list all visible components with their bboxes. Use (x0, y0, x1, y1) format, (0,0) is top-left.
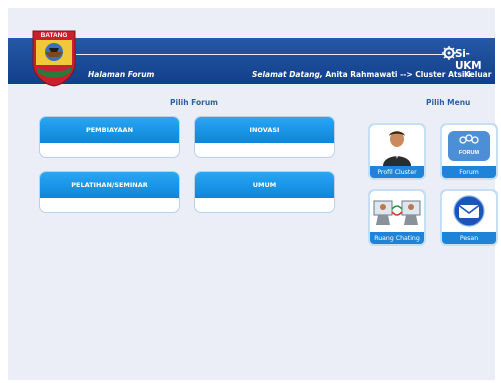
forum-card-pelatihan-seminar[interactable]: PELATIHAN/SEMINAR (39, 171, 180, 213)
chat-image-area (370, 191, 424, 232)
forum-card-umum[interactable]: UMUM (194, 171, 335, 213)
user-info: Anita Rahmawati --> Cluster Atsiri (325, 70, 471, 79)
forum-section-title: Pilih Forum (170, 98, 218, 107)
mail-image-area (442, 191, 496, 232)
mail-icon (453, 195, 485, 227)
forum-card-pembiayaan[interactable]: PEMBIAYAAN (39, 116, 180, 158)
forum-card-label: INOVASI (195, 117, 334, 143)
menu-tile-label: Ruang Chating (374, 235, 420, 242)
top-margin (8, 8, 495, 38)
forum-icon: FORUM (448, 131, 490, 161)
forum-image-area: FORUM (442, 125, 496, 166)
menu-tile-ruang-chating[interactable]: Ruang Chating (368, 189, 426, 246)
greeting: Selamat Datang, Anita Rahmawati --> Clus… (252, 70, 471, 79)
menu-tile-pesan[interactable]: Pesan (440, 189, 498, 246)
si-ukm-brand: Si-UKM (442, 46, 494, 72)
chat-room-icon (373, 200, 421, 225)
header-divider (76, 54, 446, 55)
profile-image-area (370, 125, 424, 166)
menu-tile-profil-cluster[interactable]: Profil Cluster (368, 123, 426, 180)
forum-card-inovasi[interactable]: INOVASI (194, 116, 335, 158)
forum-card-label: PELATIHAN/SEMINAR (40, 172, 179, 198)
forum-icon-text: FORUM (459, 150, 480, 156)
forum-card-label: PEMBIAYAAN (40, 117, 179, 143)
page: BATANG Halaman Forum Selamat Datang, Ani… (8, 8, 498, 380)
menu-tile-forum[interactable]: FORUM Forum (440, 123, 498, 180)
menu-section-title: Pilih Menu (426, 98, 471, 107)
brand-text: Si-UKM (455, 48, 482, 72)
forum-card-label: UMUM (195, 172, 334, 198)
batang-logo: BATANG (32, 30, 76, 87)
logo-text: BATANG (41, 32, 68, 39)
person-icon (383, 131, 411, 166)
menu-tile-label: Pesan (459, 235, 479, 242)
menu-tile-label: Forum (459, 169, 479, 176)
page-label: Halaman Forum (88, 70, 155, 79)
menu-tile-label: Profil Cluster (377, 169, 417, 176)
gear-icon (442, 46, 456, 60)
greeting-text: Selamat Datang, (252, 70, 323, 79)
